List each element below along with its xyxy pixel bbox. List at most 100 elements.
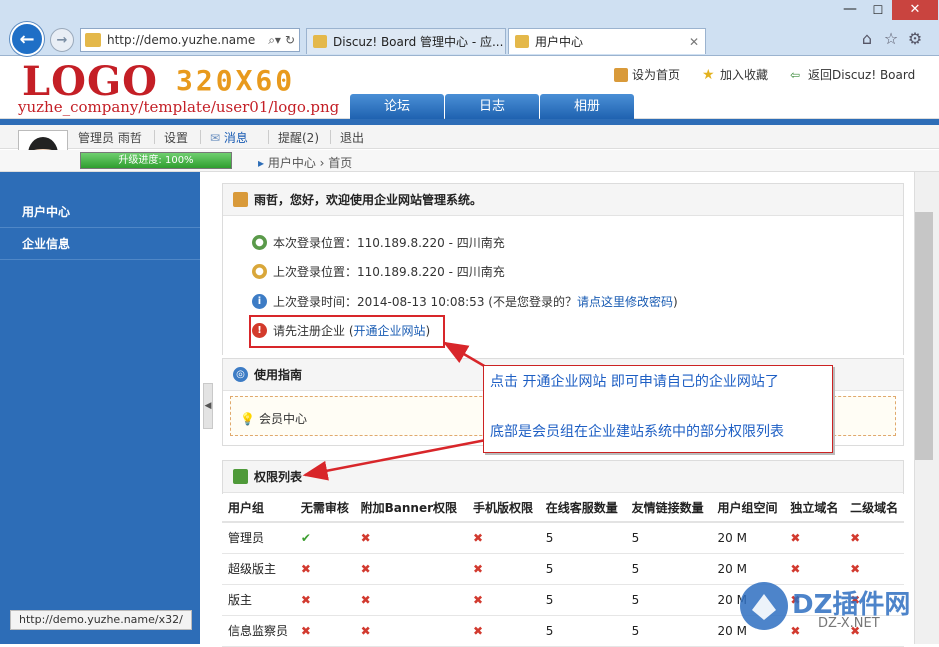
bulb-icon: 💡 (240, 411, 255, 426)
col-no-review: 无需审核 (294, 494, 355, 523)
back-button[interactable]: ← (10, 22, 44, 56)
status-url: http://demo.yuzhe.name/x32/ (10, 610, 192, 630)
tab-label: 用户中心 (535, 35, 584, 49)
arrow-right-icon: → (56, 32, 68, 48)
permissions-header: 权限列表 (223, 461, 903, 493)
breadcrumb-arrow-icon: ▸ (258, 156, 265, 170)
table-cell: ✖ (466, 553, 540, 585)
location-icon: ● (252, 235, 267, 250)
annotation-line-1: 点击 开通企业网站 即可申请自己的企业网站了 (490, 374, 779, 390)
table-cell: ✖ (844, 522, 904, 554)
welcome-header: 雨哲，您好，欢迎使用企业网站管理系统。 (223, 184, 903, 216)
reminders-link[interactable]: 提醒(2) (278, 129, 319, 146)
address-bar[interactable]: http://demo.yuzhe.name ⌕▾ ↻ (80, 28, 300, 52)
close-window-button[interactable]: ✕ (892, 0, 938, 20)
permissions-title: 权限列表 (254, 470, 303, 484)
minimize-button[interactable]: — (836, 0, 864, 20)
compass-icon: ◎ (233, 367, 248, 382)
permissions-panel: 权限列表 (222, 460, 904, 494)
close-tab-icon[interactable]: ✕ (689, 35, 699, 49)
table-cell: 管理员 (222, 522, 295, 554)
sidebar-collapse-handle[interactable]: ◀ (203, 383, 213, 429)
col-group: 用户组 (222, 494, 295, 523)
table-cell: 版主 (222, 584, 295, 616)
last-time-text: 上次登录时间：2014-08-13 10:08:53 (不是您登录的？ (273, 295, 577, 309)
col-links: 友情链接数量 (625, 494, 712, 523)
col-subdomain: 二级域名 (844, 494, 904, 523)
watermark: DZ插件网 DZ-X.NET (738, 578, 938, 638)
logout-link[interactable]: 退出 (340, 129, 364, 146)
table-cell: 5 (539, 522, 626, 554)
sidebar-item-user-center[interactable]: 用户中心 (0, 196, 200, 228)
messages-link[interactable]: ✉ 消息 (210, 129, 248, 146)
logo-path: yuzhe_company/template/user01/logo.png (18, 98, 340, 116)
tab-favicon-icon (313, 35, 327, 48)
star-icon: ★ (702, 66, 715, 83)
progress-label: 升级进度: 100% (118, 155, 194, 166)
table-row: 管理员 ✔ ✖ ✖ 5 5 20 M ✖ ✖ (222, 522, 904, 554)
welcome-title: 雨哲，您好，欢迎使用企业网站管理系统。 (254, 193, 483, 207)
back-to-discuz-label: 返回Discuz! Board (808, 68, 916, 82)
set-homepage-link[interactable]: 设为首页 (614, 66, 680, 83)
address-url[interactable]: http://demo.yuzhe.name (107, 33, 264, 47)
search-icon[interactable]: ⌕▾ (268, 33, 281, 48)
table-cell: 超级版主 (222, 553, 295, 585)
gear-icon[interactable]: ⚙ (904, 28, 926, 50)
login-location-row: ● 本次登录位置：110.189.8.220 - 四川南充 (252, 234, 505, 251)
watermark-subtext: DZ-X.NET (818, 616, 880, 631)
table-cell: ✖ (294, 584, 355, 616)
tab-favicon-icon (515, 35, 529, 48)
table-cell: 5 (539, 615, 626, 647)
annotation-callout: 点击 开通企业网站 即可申请自己的企业网站了 底部是会员组在企业建站系统中的部分… (483, 365, 833, 453)
nav-album[interactable]: 相册 (540, 94, 634, 119)
arrow-left-icon: ← (19, 28, 35, 50)
return-icon: ⇦ (790, 67, 801, 82)
home-icon (614, 67, 628, 82)
table-cell: ✖ (466, 584, 540, 616)
star-icon[interactable]: ☆ (880, 28, 902, 50)
breadcrumb[interactable]: ▸ 用户中心 › 首页 (258, 154, 352, 171)
forward-button[interactable]: → (50, 28, 74, 52)
add-favorite-label: 加入收藏 (720, 68, 769, 82)
tab-label: Discuz! Board 管理中心 - 应... (333, 35, 504, 49)
history-icon: ● (252, 264, 267, 279)
col-banner: 附加Banner权限 (354, 494, 467, 523)
tab-user-center[interactable]: 用户中心 ✕ (508, 28, 706, 54)
mail-icon: ✉ (210, 131, 221, 145)
table-cell: ✖ (354, 553, 467, 585)
site-favicon-icon (85, 33, 101, 47)
table-cell: 5 (625, 584, 712, 616)
divider (330, 130, 331, 144)
table-cell: ✖ (354, 615, 467, 647)
tab-admin[interactable]: Discuz! Board 管理中心 - 应... (306, 28, 506, 54)
sidebar-item-company-info[interactable]: 企业信息 (0, 228, 200, 260)
table-cell: ✖ (466, 615, 540, 647)
refresh-icon[interactable]: ↻ (285, 33, 295, 47)
highlight-box (249, 315, 445, 348)
table-cell: ✖ (294, 553, 355, 585)
table-cell: 20 M (711, 522, 785, 554)
settings-link[interactable]: 设置 (164, 129, 188, 146)
home-icon[interactable]: ⌂ (856, 28, 878, 50)
divider (154, 130, 155, 144)
change-password-link[interactable]: 请点这里修改密码 (577, 293, 673, 310)
last-location-text: 上次登录位置：110.189.8.220 - 四川南充 (273, 265, 505, 279)
lock-icon (233, 469, 248, 484)
table-cell: 5 (625, 522, 712, 554)
set-homepage-label: 设为首页 (632, 68, 681, 82)
user-name[interactable]: 管理员 雨哲 (78, 129, 142, 146)
col-space: 用户组空间 (711, 494, 785, 523)
watermark-logo-icon (740, 582, 788, 630)
scrollbar-thumb[interactable] (915, 212, 933, 460)
table-cell: ✖ (294, 615, 355, 647)
guide-item[interactable]: 💡 会员中心 (240, 410, 307, 427)
maximize-button[interactable]: ☐ (864, 0, 892, 20)
nav-blog[interactable]: 日志 (445, 94, 539, 119)
breadcrumb-text: 用户中心 › 首页 (267, 156, 353, 170)
table-cell: ✖ (354, 522, 467, 554)
add-favorite-link[interactable]: ★ 加入收藏 (702, 66, 768, 83)
nav-forum[interactable]: 论坛 (350, 94, 444, 119)
table-cell: 5 (625, 615, 712, 647)
back-to-discuz-link[interactable]: ⇦ 返回Discuz! Board (790, 66, 915, 83)
table-cell: ✖ (354, 584, 467, 616)
